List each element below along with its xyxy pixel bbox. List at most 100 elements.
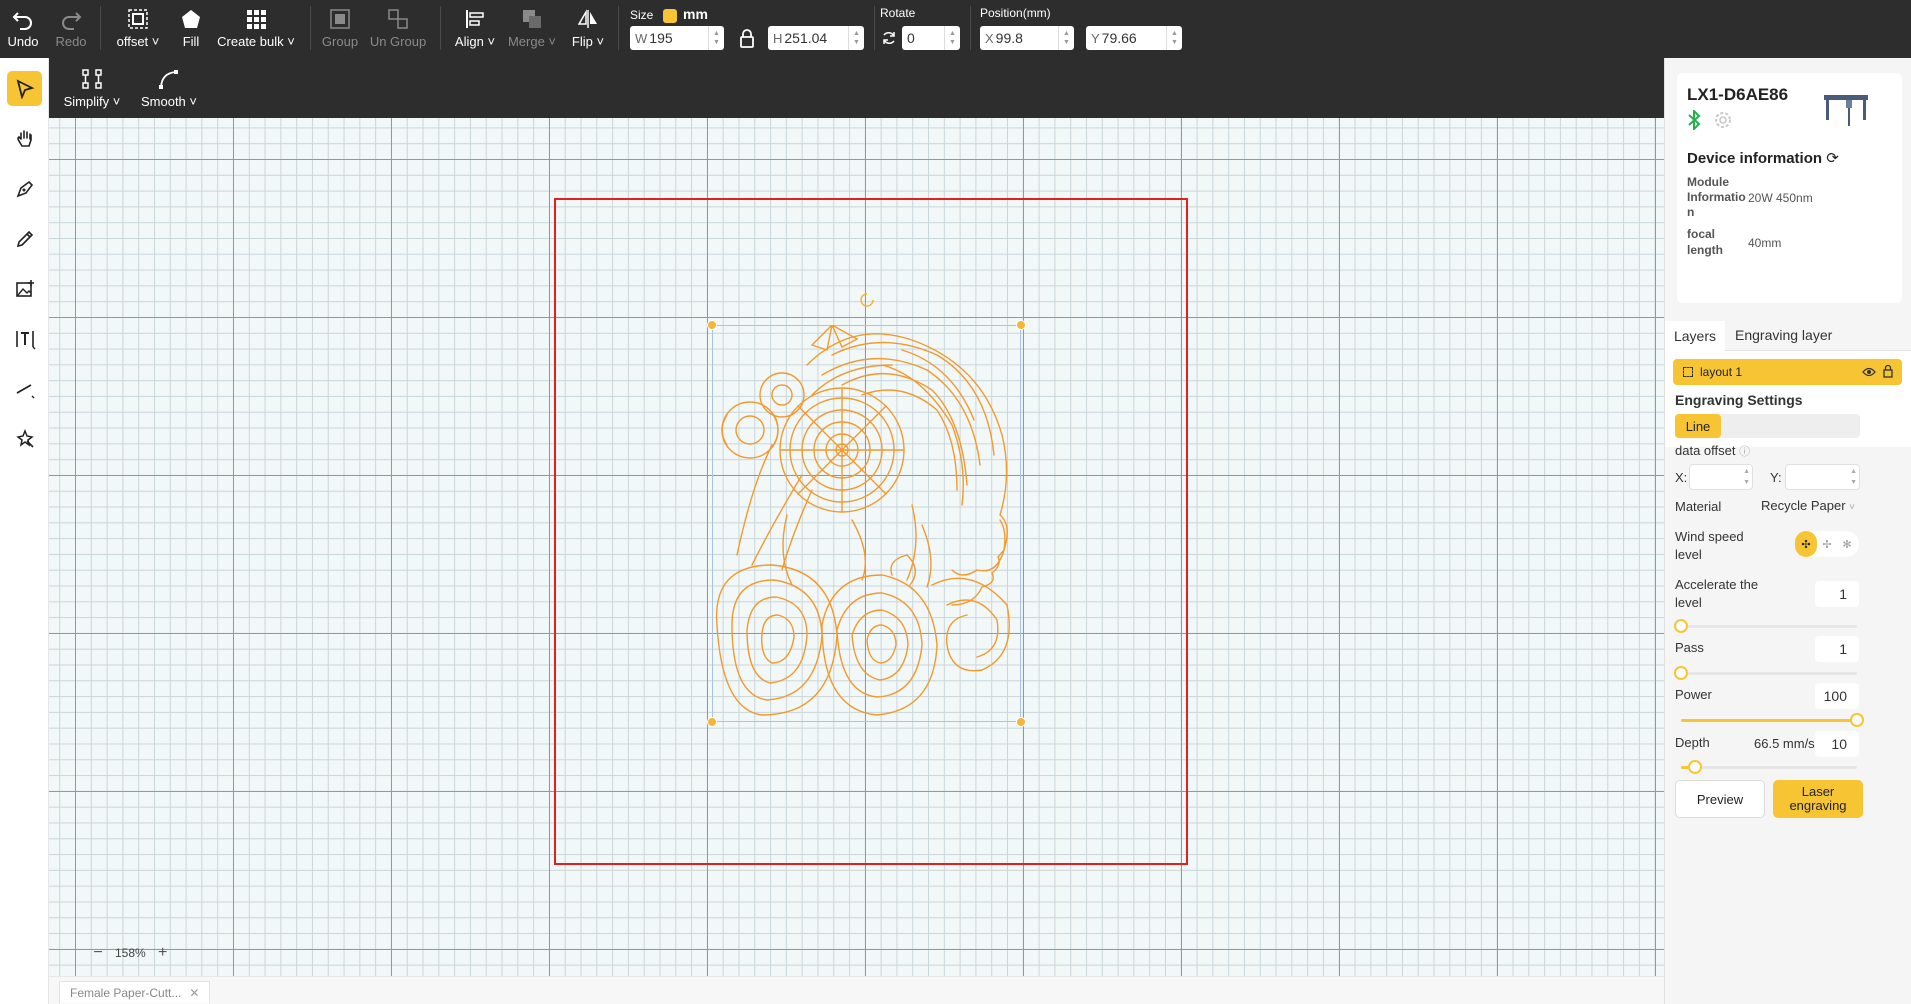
ungroup-label: Un Group bbox=[369, 34, 427, 49]
align-label: Align bbox=[454, 34, 484, 49]
rotate-stepper[interactable]: ▲ ▼ bbox=[944, 26, 960, 50]
refresh-icon[interactable]: ⟳ bbox=[1826, 150, 1839, 167]
hand-icon bbox=[16, 129, 32, 147]
toolbar-divider bbox=[440, 6, 441, 50]
offset-x-stepper[interactable]: ▲ ▼ bbox=[1743, 466, 1750, 488]
position-label: Position(mm) bbox=[980, 6, 1051, 20]
redo-button[interactable]: Redo bbox=[54, 4, 88, 54]
height-value: 251.04 bbox=[784, 30, 828, 46]
depth-slider[interactable] bbox=[1681, 760, 1857, 774]
height-input[interactable]: H 251.04 ▲ ▼ bbox=[768, 26, 864, 50]
accelerate-slider-knob[interactable] bbox=[1674, 619, 1688, 633]
laser-engraving-button[interactable]: Laser engraving bbox=[1773, 780, 1863, 818]
align-button[interactable]: Align ˅ bbox=[452, 4, 498, 54]
power-input[interactable]: 100 bbox=[1815, 683, 1859, 709]
y-position-input[interactable]: Y 79.66 ▲ ▼ bbox=[1086, 26, 1182, 50]
text-tool[interactable] bbox=[7, 321, 42, 356]
fan-low-icon[interactable]: ✻ bbox=[1837, 531, 1857, 557]
resize-handle-top-right[interactable] bbox=[1016, 320, 1026, 330]
smooth-button[interactable]: Smooth ˅ bbox=[139, 64, 199, 114]
magic-tool[interactable] bbox=[7, 421, 42, 456]
focal-length-value: 40mm bbox=[1748, 236, 1782, 250]
magic-icon bbox=[15, 428, 34, 448]
zoom-control: − 158% + bbox=[89, 940, 172, 966]
width-stepper[interactable]: ▲ ▼ bbox=[708, 26, 724, 50]
rotate-input[interactable]: 0 ▲ ▼ bbox=[902, 26, 960, 50]
y-stepper[interactable]: ▲ ▼ bbox=[1166, 26, 1182, 50]
settings-gear-icon[interactable] bbox=[1713, 110, 1733, 130]
simplify-button[interactable]: Simplify ˅ bbox=[61, 64, 123, 114]
accelerate-slider[interactable] bbox=[1674, 619, 1857, 633]
zoom-out-button[interactable]: − bbox=[89, 944, 107, 962]
simplify-icon bbox=[82, 69, 102, 89]
pass-slider[interactable] bbox=[1674, 666, 1857, 680]
file-tab[interactable]: Female Paper-Cutt... ✕ bbox=[59, 981, 211, 1003]
design-canvas[interactable]: − 158% + bbox=[49, 118, 1664, 976]
merge-button[interactable]: Merge ˅ bbox=[506, 4, 558, 54]
unit-label: mm bbox=[683, 6, 708, 22]
offset-y-stepper[interactable]: ▲ ▼ bbox=[1850, 466, 1857, 488]
preview-button[interactable]: Preview bbox=[1675, 780, 1765, 818]
x-stepper[interactable]: ▲ ▼ bbox=[1058, 26, 1074, 50]
power-slider[interactable] bbox=[1681, 713, 1864, 727]
mode-line-button[interactable]: Line bbox=[1675, 414, 1721, 438]
female-papercut-artwork[interactable] bbox=[712, 325, 1021, 722]
image-tool[interactable] bbox=[7, 271, 42, 306]
fan-high-icon[interactable]: ✣ bbox=[1795, 531, 1817, 557]
undo-button[interactable]: Undo bbox=[6, 4, 40, 54]
simplify-label: Simplify bbox=[63, 94, 110, 109]
tab-layers[interactable]: Layers bbox=[1665, 321, 1725, 351]
width-input[interactable]: W 195 ▲ ▼ bbox=[630, 26, 724, 50]
depth-input[interactable]: 10 bbox=[1815, 731, 1859, 757]
pencil-tool[interactable] bbox=[7, 221, 42, 256]
resize-handle-bottom-left[interactable] bbox=[707, 717, 717, 727]
offset-y-input[interactable]: ▲ ▼ bbox=[1785, 464, 1860, 490]
select-icon bbox=[16, 78, 34, 99]
x-position-input[interactable]: X 99.8 ▲ ▼ bbox=[980, 26, 1074, 50]
create-bulk-button[interactable]: Create bulk ˅ bbox=[216, 4, 296, 54]
line-icon bbox=[16, 383, 34, 398]
eye-icon[interactable] bbox=[1862, 366, 1876, 378]
rotate-handle-icon[interactable] bbox=[857, 290, 877, 310]
layer-item[interactable]: layout 1 bbox=[1673, 359, 1902, 385]
resize-handle-bottom-right[interactable] bbox=[1016, 717, 1026, 727]
offset-button[interactable]: offset ˅ bbox=[112, 4, 164, 54]
power-slider-knob[interactable] bbox=[1850, 713, 1864, 727]
layer-lock-icon[interactable] bbox=[1882, 364, 1894, 378]
zoom-in-button[interactable]: + bbox=[154, 944, 172, 962]
fill-button[interactable]: Fill bbox=[176, 4, 206, 54]
lock-icon[interactable] bbox=[738, 28, 756, 53]
group-icon bbox=[330, 9, 350, 29]
flip-button[interactable]: Flip ˅ bbox=[568, 4, 608, 54]
text-icon bbox=[15, 330, 35, 349]
depth-slider-knob[interactable] bbox=[1688, 760, 1703, 774]
ungroup-button[interactable]: Un Group bbox=[368, 4, 428, 54]
toolbar-divider bbox=[970, 6, 971, 50]
offset-x-input[interactable]: ▲ ▼ bbox=[1689, 464, 1753, 490]
help-icon[interactable]: ⓘ bbox=[1739, 446, 1750, 458]
group-button[interactable]: Group bbox=[320, 4, 360, 54]
pass-input[interactable]: 1 bbox=[1815, 636, 1859, 662]
height-stepper[interactable]: ▲ ▼ bbox=[848, 26, 864, 50]
accelerate-input[interactable]: 1 bbox=[1815, 581, 1859, 607]
focal-length-label: focal length bbox=[1687, 227, 1723, 257]
pass-slider-knob[interactable] bbox=[1674, 666, 1688, 680]
close-icon[interactable]: ✕ bbox=[189, 986, 199, 1000]
select-tool[interactable] bbox=[7, 71, 42, 106]
tab-engraving-layer[interactable]: Engraving layer bbox=[1735, 327, 1832, 343]
smooth-icon bbox=[159, 70, 178, 89]
toolbar-divider bbox=[618, 6, 619, 50]
fan-medium-icon[interactable]: ✢ bbox=[1817, 531, 1837, 557]
material-label: Material bbox=[1675, 499, 1722, 514]
material-select[interactable]: Recycle Paper ˅ bbox=[1761, 498, 1855, 513]
unit-toggle[interactable] bbox=[662, 8, 677, 23]
merge-icon bbox=[523, 10, 541, 28]
wind-speed-selector: ✣ ✢ ✻ bbox=[1795, 531, 1859, 557]
line-tool[interactable] bbox=[7, 371, 42, 406]
zoom-level: 158% bbox=[115, 946, 146, 960]
hand-tool[interactable] bbox=[7, 121, 42, 156]
resize-handle-top-left[interactable] bbox=[707, 320, 717, 330]
pen-tool[interactable] bbox=[7, 171, 42, 206]
height-prefix: H bbox=[773, 30, 783, 46]
create-bulk-label: Create bulk bbox=[217, 34, 284, 49]
